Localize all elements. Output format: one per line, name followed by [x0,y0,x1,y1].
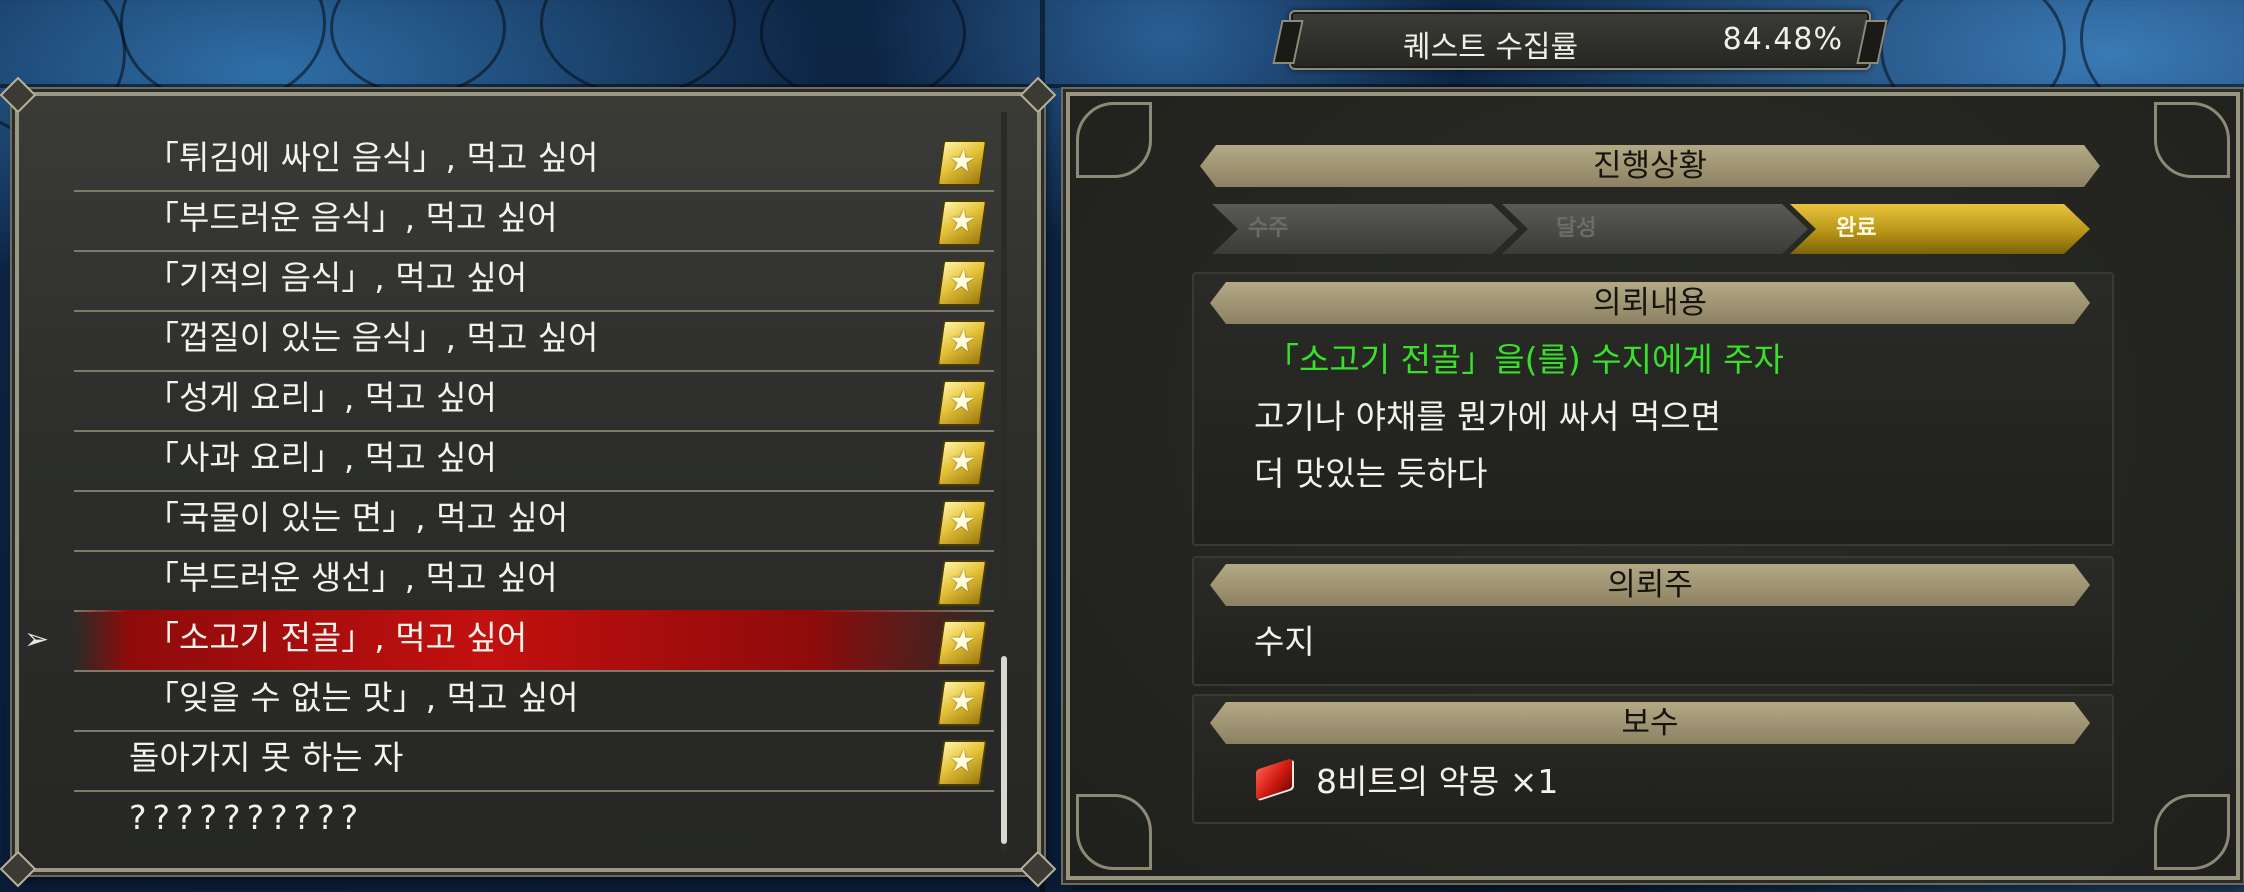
quest-list-item[interactable]: ?????????? [74,790,994,850]
quest-list-item[interactable]: 「국물이 있는 면」, 먹고 싶어 ★ [74,490,994,552]
quest-list-item[interactable]: 「부드러운 음식」, 먹고 싶어 ★ [74,190,994,252]
star-icon: ★ [936,140,988,186]
quest-label: 「부드러운 음식」, 먹고 싶어 [146,198,558,237]
quest-list-item[interactable]: 「성게 요리」, 먹고 싶어 ★ [74,370,994,432]
quest-label: 「튀김에 싸인 음식」, 먹고 싶어 [146,138,599,177]
progress-step-accepted: 수주 [1212,204,1518,254]
star-icon: ★ [936,500,988,546]
corner-ornament [1076,794,1152,870]
star-icon: ★ [936,740,988,786]
progress-steps: 수주 달성 완료 [1212,204,2090,254]
corner-ornament [2154,794,2230,870]
quest-collection-rate: 퀘스트 수집률 84.48% [1272,10,1888,70]
quest-list-item[interactable]: 「잊을 수 없는 맛」, 먹고 싶어 ★ [74,670,994,732]
star-icon: ★ [936,260,988,306]
quest-rate-value: 84.48% [1722,22,1843,57]
panel-corner [1019,76,1057,114]
quest-list-item[interactable]: 「껍질이 있는 음식」, 먹고 싶어 ★ [74,310,994,372]
corner-ornament [2154,102,2230,178]
window-glass [540,0,736,96]
quest-label: 「부드러운 생선」, 먹고 싶어 [146,558,558,597]
quest-list-item[interactable]: 「기적의 음식」, 먹고 싶어 ★ [74,250,994,312]
quest-list-item[interactable]: 「부드러운 생선」, 먹고 싶어 ★ [74,550,994,612]
quest-list-item[interactable]: 「사과 요리」, 먹고 싶어 ★ [74,430,994,492]
star-icon: ★ [936,680,988,726]
client-name: 수지 [1254,622,1315,661]
star-icon: ★ [936,560,988,606]
reward-header: 보수 [1210,702,2090,744]
client-title: 의뢰주 [1607,567,1693,603]
window-glass [330,0,506,96]
star-icon: ★ [936,620,988,666]
quest-label: 「국물이 있는 면」, 먹고 싶어 [146,498,569,537]
cursor-arrow-icon: ➢ [24,622,50,657]
quest-label: ?????????? [129,798,365,837]
quest-list-item-selected[interactable]: ➢ 「소고기 전골」, 먹고 싶어 ★ [24,610,994,672]
quest-rate-label: 퀘스트 수집률 [1403,30,1579,65]
quest-list-item[interactable]: 돌아가지 못 하는 자 ★ [74,730,994,792]
panel-corner [0,850,37,888]
progress-header: 진행상황 [1200,145,2100,187]
request-title: 의뢰내용 [1592,285,1708,321]
quest-label: 「사과 요리」, 먹고 싶어 [146,438,497,477]
progress-title: 진행상황 [1592,148,1708,184]
request-description-line: 더 맛있는 듯하다 [1254,454,1488,493]
star-icon: ★ [936,440,988,486]
progress-step-complete: 완료 [1790,204,2090,254]
request-objective: 「소고기 전골」을(를) 수지에게 주자 [1266,340,1784,379]
quest-list-panel: 「튀김에 싸인 음식」, 먹고 싶어 ★ 「부드러운 음식」, 먹고 싶어 ★ … [0,76,1057,888]
quest-label: 「기적의 음식」, 먹고 싶어 [146,258,528,297]
window-glass [760,0,966,106]
corner-ornament [1076,102,1152,178]
star-icon: ★ [936,320,988,366]
quest-label: 「잊을 수 없는 맛」, 먹고 싶어 [146,678,579,717]
star-icon: ★ [936,200,988,246]
quest-label: 「소고기 전골」, 먹고 싶어 [146,618,528,657]
client-header: 의뢰주 [1210,564,2090,606]
star-icon: ★ [936,380,988,426]
quest-label: 돌아가지 못 하는 자 [129,738,404,777]
window-glass [120,0,326,106]
quest-list-item[interactable]: 「튀김에 싸인 음식」, 먹고 싶어 ★ [74,130,994,192]
progress-step-achieved: 달성 [1502,204,1808,254]
quest-label: 「성게 요리」, 먹고 싶어 [146,378,497,417]
request-description-line: 고기나 야채를 뭔가에 싸서 먹으면 [1254,397,1721,436]
reward-title: 보수 [1621,705,1679,741]
scrollbar-thumb[interactable] [1001,656,1007,844]
reward-item: 8비트의 악몽 ×1 [1316,762,1559,801]
quest-label: 「껍질이 있는 음식」, 먹고 싶어 [146,318,599,357]
bar-cap [1272,20,1304,64]
window-lead [0,84,2244,88]
request-header: 의뢰내용 [1210,282,2090,324]
panel-corner [1019,850,1057,888]
